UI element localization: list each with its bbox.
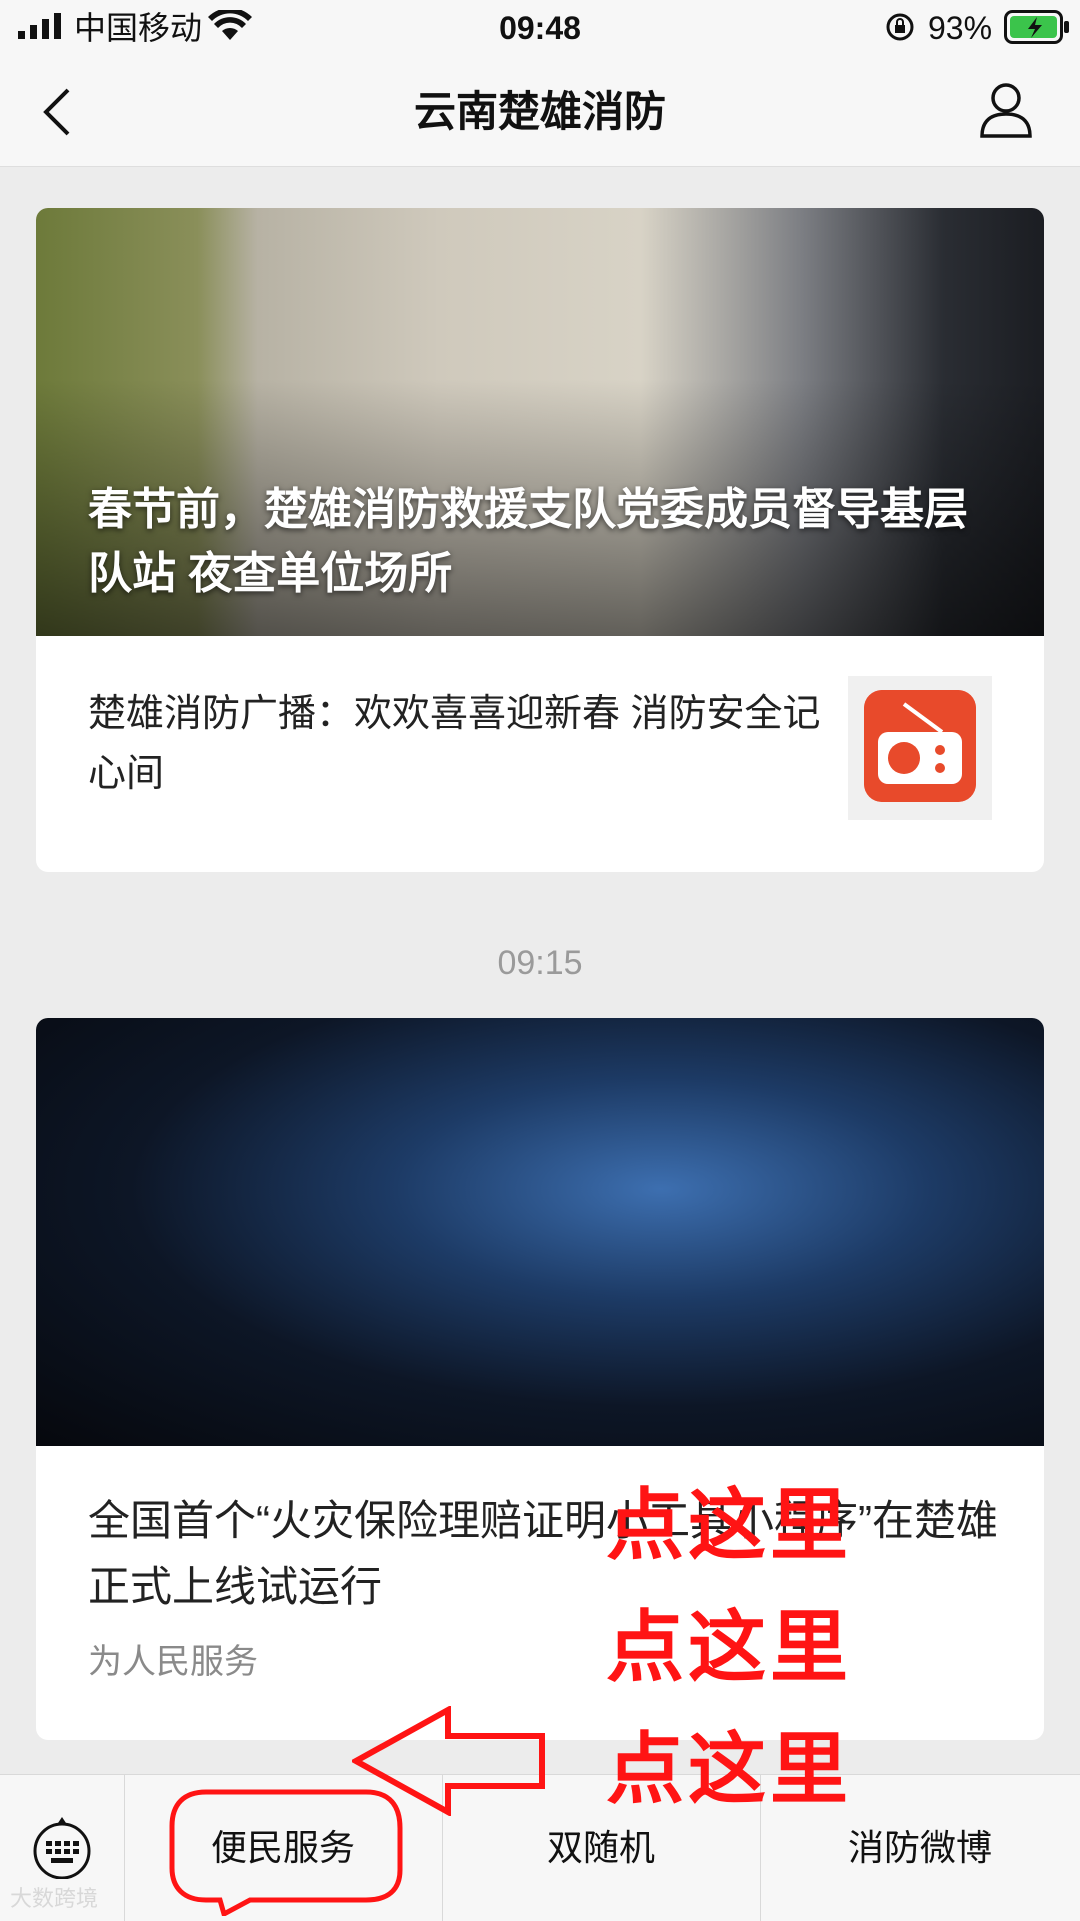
article-card[interactable]: 全国首个“火灾保险理赔证明小工具小程序”在楚雄正式上线试运行 为人民服务	[36, 1018, 1044, 1740]
annotation-circle	[169, 1789, 403, 1916]
status-time: 09:48	[499, 10, 581, 46]
annotation-text: 点这里	[606, 1725, 853, 1813]
battery-icon	[1004, 10, 1069, 44]
article-thumbnail[interactable]	[848, 676, 992, 820]
annotation-text: 点这里	[606, 1481, 853, 1569]
watermark: 大数跨境	[10, 1886, 99, 1911]
article-hero-title[interactable]: 春节前，楚雄消防救援支队党委成员督导基层队站 夜查单位场所	[88, 478, 1008, 606]
article-card[interactable]: 春节前，楚雄消防救援支队党委成员督导基层队站 夜查单位场所 楚雄消防广播：欢欢喜…	[36, 208, 1044, 872]
article-title[interactable]: 全国首个“火灾保险理赔证明小工具小程序”在楚雄正式上线试运行	[88, 1488, 1008, 1620]
article-sub-title[interactable]: 楚雄消防广播：欢欢喜喜迎新春 消防安全记心间	[88, 684, 848, 804]
keyboard-icon	[33, 1817, 91, 1879]
profile-icon[interactable]	[978, 80, 1034, 140]
article-hero-image[interactable]	[36, 1018, 1044, 1446]
time-separator: 09:15	[497, 944, 583, 982]
radio-icon	[864, 690, 976, 802]
nav-bar: 云南楚雄消防	[0, 56, 1080, 167]
battery-percent: 93%	[928, 10, 993, 46]
page-title: 云南楚雄消防	[413, 88, 666, 135]
article-source: 为人民服务	[88, 1643, 258, 1681]
rotation-lock-icon	[886, 13, 914, 41]
article-hero-image[interactable]: 春节前，楚雄消防救援支队党委成员督导基层队站 夜查单位场所	[36, 208, 1044, 636]
annotation-text: 点这里	[606, 1603, 853, 1691]
status-bar: 中国移动 09:48 93%	[0, 0, 1080, 56]
